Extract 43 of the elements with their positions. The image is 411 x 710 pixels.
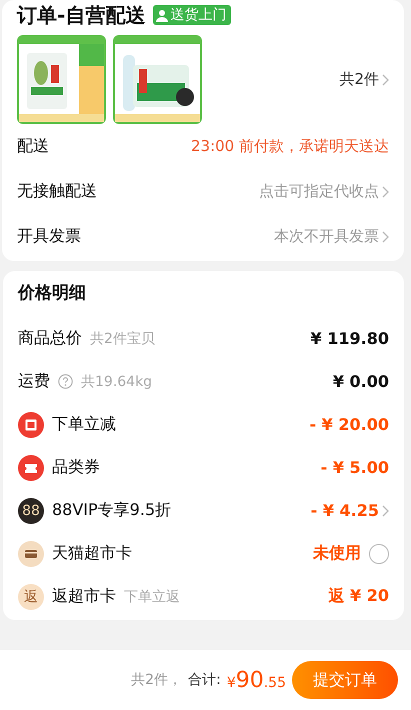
row-value: 23:00 前付款，承诺明天送达 (191, 137, 389, 156)
row-label: 开具发票 (17, 226, 81, 247)
price-value: - ¥ 20.00 (309, 415, 389, 434)
price-value: ¥ 0.00 (332, 372, 389, 391)
price-note: 共19.64kg (81, 372, 152, 390)
order-title: 订单-自营配送 (17, 2, 146, 28)
total-amount: ¥90.55 (226, 668, 286, 692)
item-count[interactable]: 共2件 (339, 70, 389, 89)
price-value: 未使用 (313, 543, 361, 564)
person-icon (156, 8, 168, 22)
price-value[interactable]: - ¥ 4.25 (310, 501, 389, 520)
chevron-icon (382, 74, 389, 86)
vip-icon: 88 (18, 498, 44, 524)
price-note: 下单立返 (124, 588, 180, 606)
row-value[interactable]: 本次不开具发票 (274, 227, 389, 246)
price-label: 天猫超市卡 (52, 543, 132, 564)
chevron-icon (382, 504, 389, 516)
price-value: - ¥ 5.00 (320, 458, 389, 477)
help-icon[interactable] (58, 374, 73, 389)
price-value: ¥ 119.80 (310, 329, 389, 348)
card-icon (18, 540, 44, 566)
total-label: 合计: (188, 671, 221, 689)
price-label: 返超市卡 (52, 586, 116, 607)
price-label: 下单立减 (52, 414, 116, 435)
price-label: 运费 (18, 371, 50, 392)
price-label: 商品总价 (18, 328, 82, 349)
total-count: 共2件， (131, 671, 182, 689)
submit-button[interactable]: 提交订单 (292, 661, 398, 699)
chevron-icon (382, 186, 389, 198)
price-label: 品类券 (52, 457, 100, 478)
price-note: 共2件宝贝 (90, 330, 155, 348)
rebate-icon: 返 (18, 584, 44, 610)
row-label: 配送 (17, 136, 49, 157)
ticket-icon (18, 454, 44, 480)
row-label: 无接触配送 (17, 181, 97, 202)
discount-icon (18, 412, 44, 438)
price-value: 返 ¥ 20 (328, 586, 389, 607)
chevron-icon (382, 230, 389, 242)
price-label: 88VIP专享9.5折 (52, 500, 172, 521)
delivery-badge: 送货上门 (153, 5, 232, 25)
section-title: 价格明细 (18, 282, 87, 305)
row-value[interactable]: 点击可指定代收点 (259, 182, 389, 201)
radio-button[interactable] (369, 544, 389, 564)
